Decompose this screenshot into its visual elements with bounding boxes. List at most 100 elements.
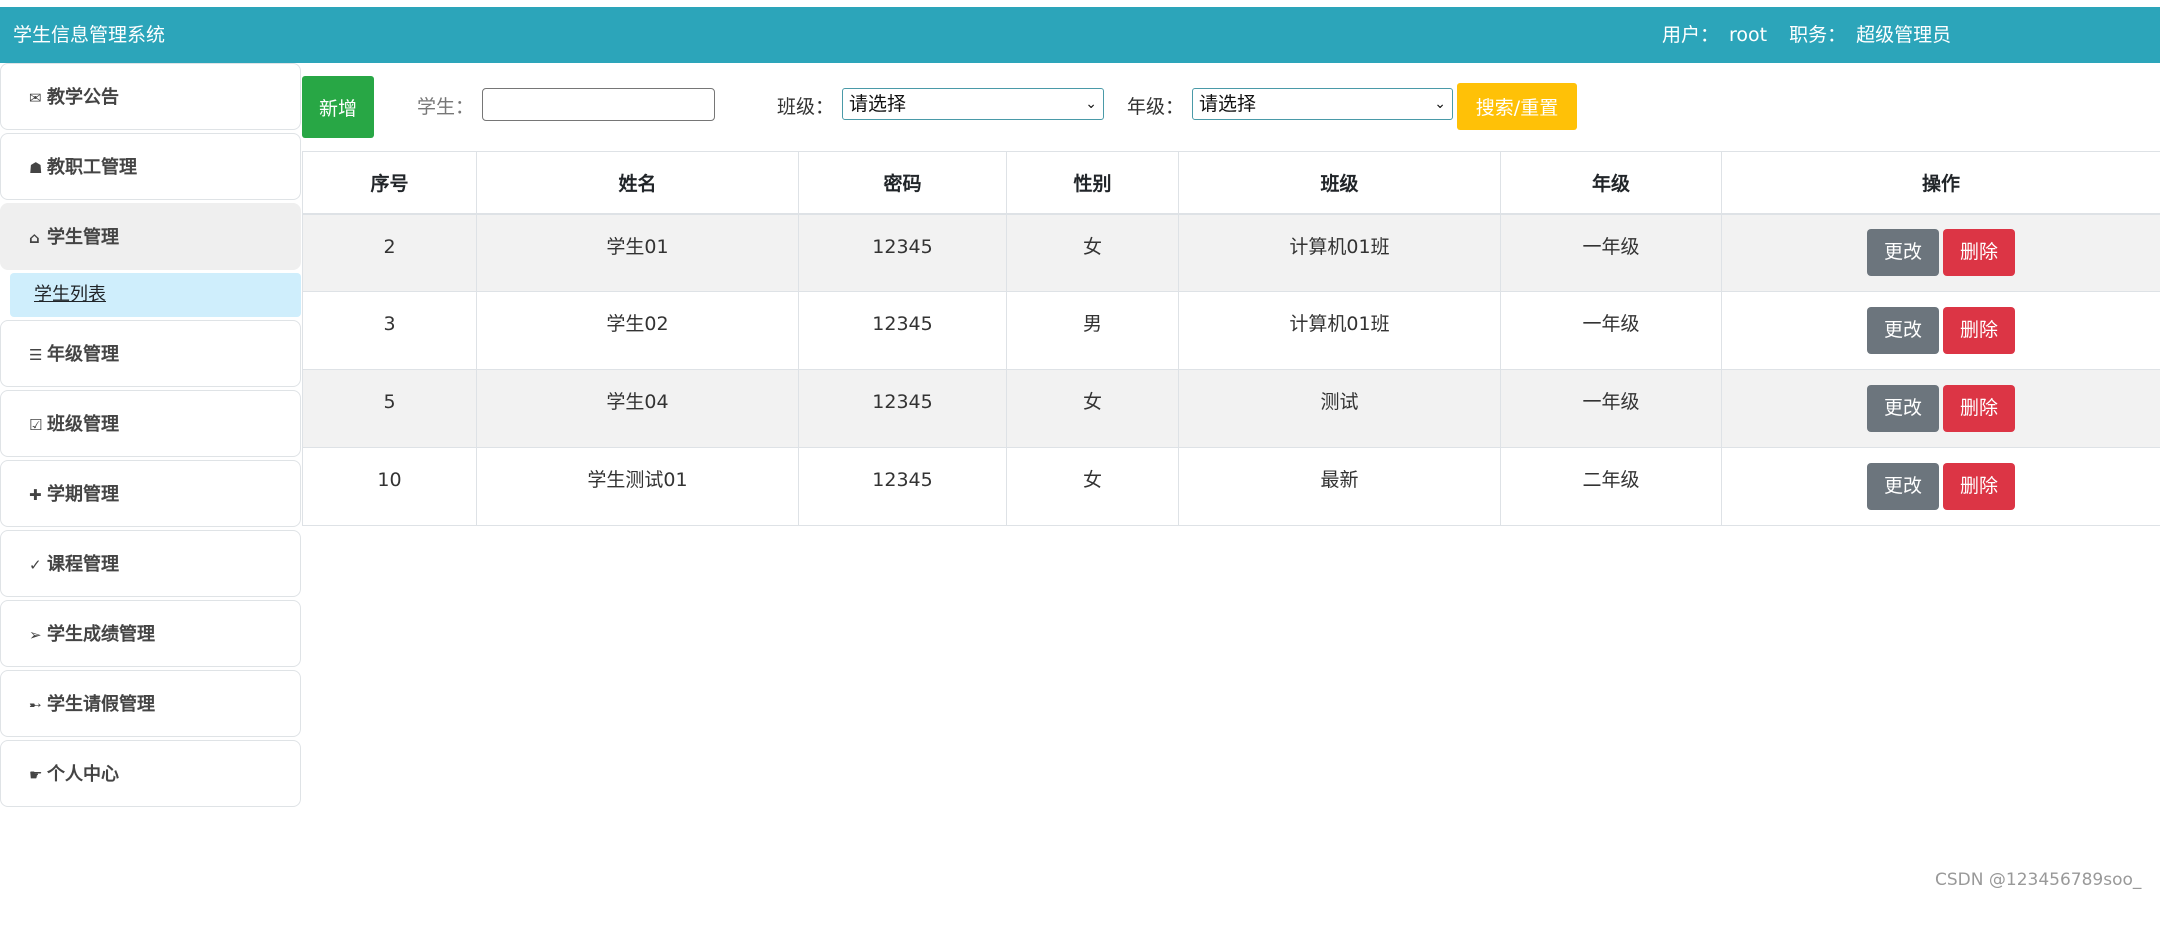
watermark: CSDN @123456789soo_ [1935, 870, 2142, 890]
sidebar-item-label: 班级管理 [47, 414, 119, 435]
grade-select-value: 请选择 [1199, 93, 1257, 115]
arrow-right-icon: ➸ [29, 696, 42, 714]
table-row: 5 学生04 12345 女 测试 一年级 更改 删除 [302, 369, 2160, 448]
cell-class: 最新 [1320, 469, 1359, 491]
student-table: 序号 姓名 密码 性别 班级 年级 操作 2 学生01 12345 女 计算机0… [302, 151, 2160, 526]
toolbar: 新增 学生： 班级： 请选择 ⌄ 年级： 请选择 ⌄ 搜索/重置 [302, 63, 2160, 151]
sidebar-item-label: 教学公告 [47, 87, 119, 108]
cell-gender: 女 [1082, 469, 1102, 491]
cell-grade: 二年级 [1582, 469, 1640, 491]
class-label: 班级： [777, 96, 835, 118]
sidebar-item-label: 教职工管理 [47, 157, 137, 178]
column-header-password: 密码 [798, 151, 1007, 215]
role-label: 职务： [1789, 24, 1847, 46]
table-row: 3 学生02 12345 男 计算机01班 一年级 更改 删除 [302, 291, 2160, 370]
mail-icon: ✉ [29, 89, 42, 107]
cell-gender: 女 [1082, 235, 1102, 258]
cell-grade: 一年级 [1582, 235, 1640, 258]
student-search-input[interactable] [482, 88, 715, 121]
cell-actions: 更改 删除 [1721, 369, 2160, 448]
home-icon: ⌂ [29, 229, 40, 247]
delete-button[interactable]: 删除 [1943, 229, 2015, 277]
cell-password: 12345 [872, 313, 933, 335]
sidebar-item-label: 学期管理 [47, 484, 119, 505]
delete-button[interactable]: 删除 [1943, 307, 2015, 354]
cell-actions: 更改 删除 [1721, 213, 2160, 292]
role-name: 超级管理员 [1856, 24, 1952, 46]
student-label: 学生： [417, 96, 475, 118]
sidebar-item-profile[interactable]: ☛ 个人中心 [0, 740, 301, 807]
cell-name: 学生04 [606, 391, 669, 413]
checkbox-icon: ☑ [29, 416, 43, 434]
cell-name: 学生测试01 [587, 469, 688, 491]
cell-class: 计算机01班 [1289, 235, 1390, 258]
sidebar-item-classes[interactable]: ☑ 班级管理 [0, 390, 301, 457]
user-info: 用户： root 职务： 超级管理员 [1662, 7, 1951, 63]
cell-actions: 更改 删除 [1721, 291, 2160, 370]
cell-password: 12345 [872, 469, 933, 491]
cell-gender: 男 [1082, 313, 1102, 335]
cell-password: 12345 [872, 391, 933, 413]
cell-name: 学生02 [606, 313, 669, 335]
table-row: 2 学生01 12345 女 计算机01班 一年级 更改 删除 [302, 213, 2160, 292]
cell-class: 计算机01班 [1289, 313, 1390, 335]
sidebar-item-students[interactable]: ⌂ 学生管理 [0, 203, 301, 270]
column-header-gender: 性别 [1006, 151, 1179, 215]
add-button[interactable]: 新增 [302, 76, 374, 138]
app-title: 学生信息管理系统 [13, 24, 166, 46]
sidebar-item-leave[interactable]: ➸ 学生请假管理 [0, 670, 301, 737]
edit-button[interactable]: 更改 [1867, 385, 1939, 432]
column-header-name: 姓名 [476, 151, 799, 215]
table-row: 10 学生测试01 12345 女 最新 二年级 更改 删除 [302, 447, 2160, 526]
edit-button[interactable]: 更改 [1867, 463, 1939, 510]
sidebar-item-label: 学生管理 [47, 227, 119, 248]
user-name: root [1729, 24, 1768, 46]
sidebar-subitem-student-list[interactable]: 学生列表 [10, 273, 301, 317]
cell-grade: 一年级 [1582, 313, 1640, 335]
staff-icon: ☗ [29, 159, 43, 177]
sidebar-item-grades[interactable]: ☰ 年级管理 [0, 320, 301, 387]
edit-button[interactable]: 更改 [1867, 229, 1939, 277]
table-header-row: 序号 姓名 密码 性别 班级 年级 操作 [302, 151, 2160, 215]
app-header: 学生信息管理系统 用户： root 职务： 超级管理员 [0, 7, 2160, 63]
column-header-grade: 年级 [1500, 151, 1722, 215]
cell-password: 12345 [872, 235, 933, 258]
column-header-class: 班级 [1178, 151, 1501, 215]
delete-button[interactable]: 删除 [1943, 385, 2015, 432]
pointing-hand-icon: ☛ [29, 766, 43, 784]
arrow-icon: ➢ [29, 626, 42, 644]
top-strip [0, 0, 2160, 7]
grade-label: 年级： [1127, 96, 1185, 118]
column-header-id: 序号 [302, 151, 477, 215]
sidebar-item-label: 个人中心 [47, 764, 119, 785]
sidebar-item-scores[interactable]: ➢ 学生成绩管理 [0, 600, 301, 667]
sidebar-item-staff[interactable]: ☗ 教职工管理 [0, 133, 301, 200]
sidebar-item-label: 课程管理 [47, 554, 119, 575]
cell-grade: 一年级 [1582, 391, 1640, 413]
cell-id: 2 [383, 235, 396, 258]
check-icon: ✓ [29, 556, 42, 574]
user-label: 用户： [1662, 24, 1720, 46]
plus-icon: ✚ [29, 486, 42, 504]
cell-id: 5 [383, 391, 396, 413]
sidebar-item-terms[interactable]: ✚ 学期管理 [0, 460, 301, 527]
cell-gender: 女 [1082, 391, 1102, 413]
cell-id: 3 [383, 313, 396, 335]
class-select[interactable]: 请选择 ⌄ [842, 88, 1104, 120]
sidebar-item-label: 学生请假管理 [47, 694, 155, 715]
chevron-down-icon: ⌄ [1085, 96, 1097, 112]
cell-id: 10 [377, 469, 402, 491]
edit-button[interactable]: 更改 [1867, 307, 1939, 354]
class-select-value: 请选择 [849, 93, 907, 115]
grade-select[interactable]: 请选择 ⌄ [1192, 88, 1453, 120]
sidebar-item-courses[interactable]: ✓ 课程管理 [0, 530, 301, 597]
delete-button[interactable]: 删除 [1943, 463, 2015, 510]
column-header-actions: 操作 [1721, 151, 2160, 215]
search-reset-button[interactable]: 搜索/重置 [1457, 83, 1577, 130]
cell-actions: 更改 删除 [1721, 447, 2160, 526]
sidebar-item-announcements[interactable]: ✉ 教学公告 [0, 63, 301, 130]
sidebar-item-label: 学生成绩管理 [47, 624, 155, 645]
cell-class: 测试 [1320, 391, 1359, 413]
sidebar-item-label: 年级管理 [47, 344, 119, 365]
sidebar-subitem-label: 学生列表 [34, 284, 106, 305]
